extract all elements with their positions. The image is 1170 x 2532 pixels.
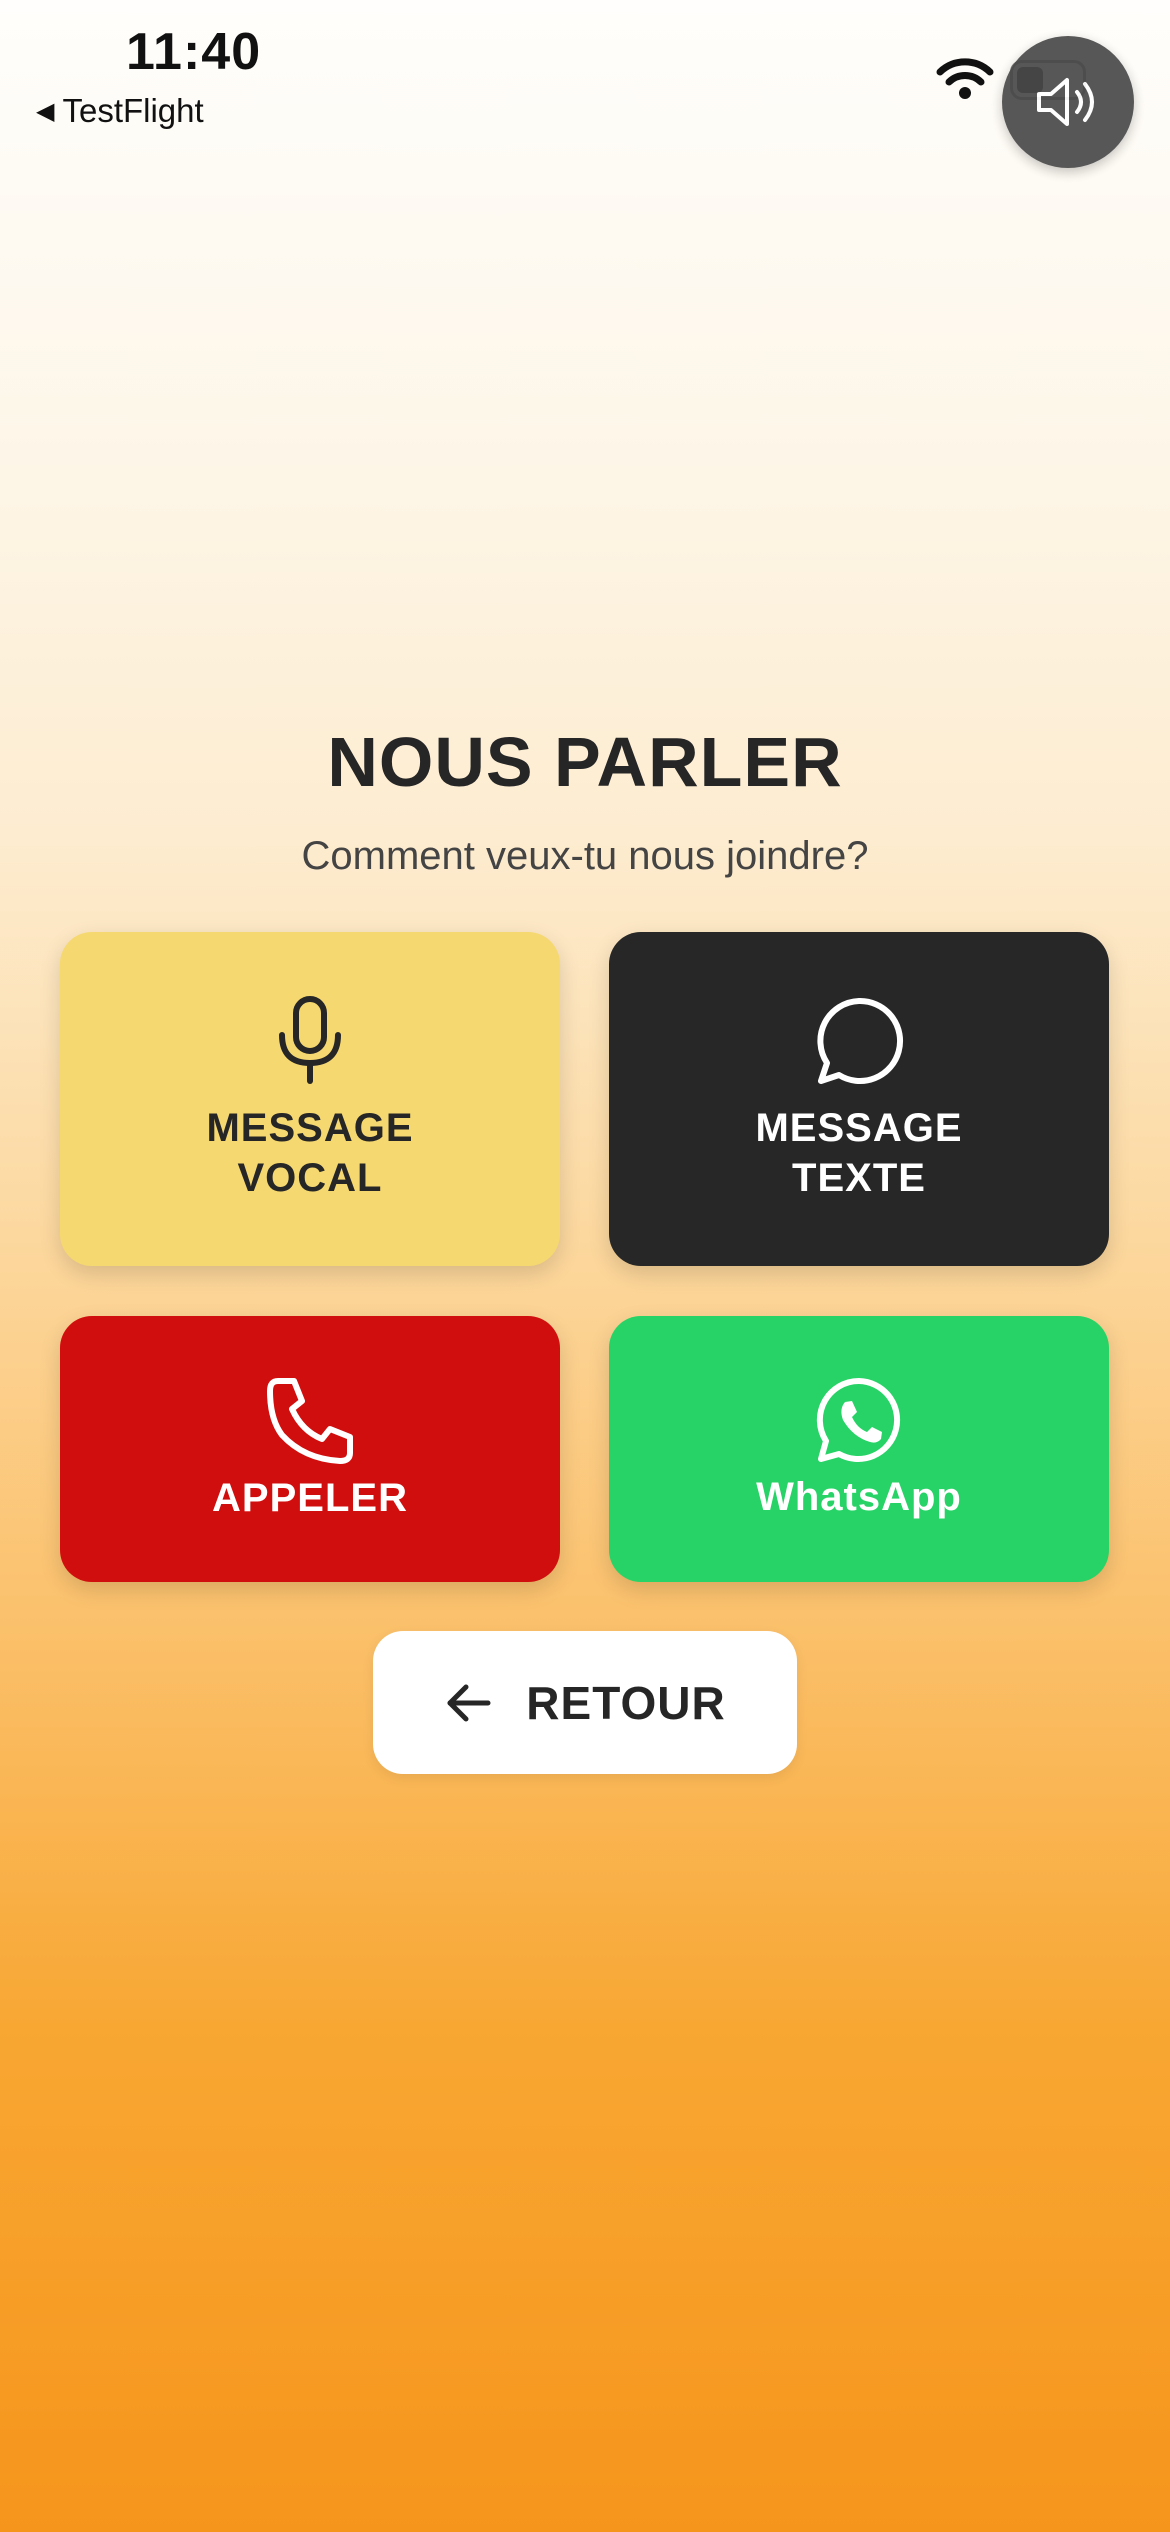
text-message-button[interactable]: MESSAGE TEXTE (609, 932, 1109, 1266)
whatsapp-button[interactable]: WhatsApp (609, 1316, 1109, 1582)
wifi-icon (936, 58, 994, 99)
page-title: NOUS PARLER (327, 723, 843, 801)
arrow-left-icon (447, 1684, 491, 1721)
back-triangle-icon: ◀ (36, 97, 55, 125)
status-bar: 11:40 ◀ TestFlight (0, 0, 1170, 160)
speaker-icon (1037, 78, 1094, 126)
back-button[interactable]: RETOUR (373, 1631, 797, 1774)
call-button[interactable]: APPELER (60, 1316, 560, 1582)
page-subtitle: Comment veux-tu nous joindre? (301, 834, 869, 878)
voice-message-button[interactable]: MESSAGE VOCAL (60, 932, 560, 1266)
whatsapp-icon (816, 1377, 901, 1462)
status-time: 11:40 (126, 23, 262, 81)
phone-icon (267, 1378, 353, 1464)
sound-toggle-button[interactable] (1002, 36, 1134, 168)
microphone-icon (279, 996, 341, 1084)
text-message-label: MESSAGE TEXTE (755, 1106, 963, 1200)
voice-message-label: MESSAGE VOCAL (206, 1106, 414, 1200)
call-label: APPELER (212, 1476, 408, 1520)
back-app-label: TestFlight (62, 92, 204, 129)
back-button-label: RETOUR (526, 1676, 726, 1729)
chat-bubble-icon (817, 997, 903, 1084)
back-to-app-link[interactable]: ◀ TestFlight (36, 92, 204, 130)
whatsapp-label: WhatsApp (756, 1475, 962, 1519)
